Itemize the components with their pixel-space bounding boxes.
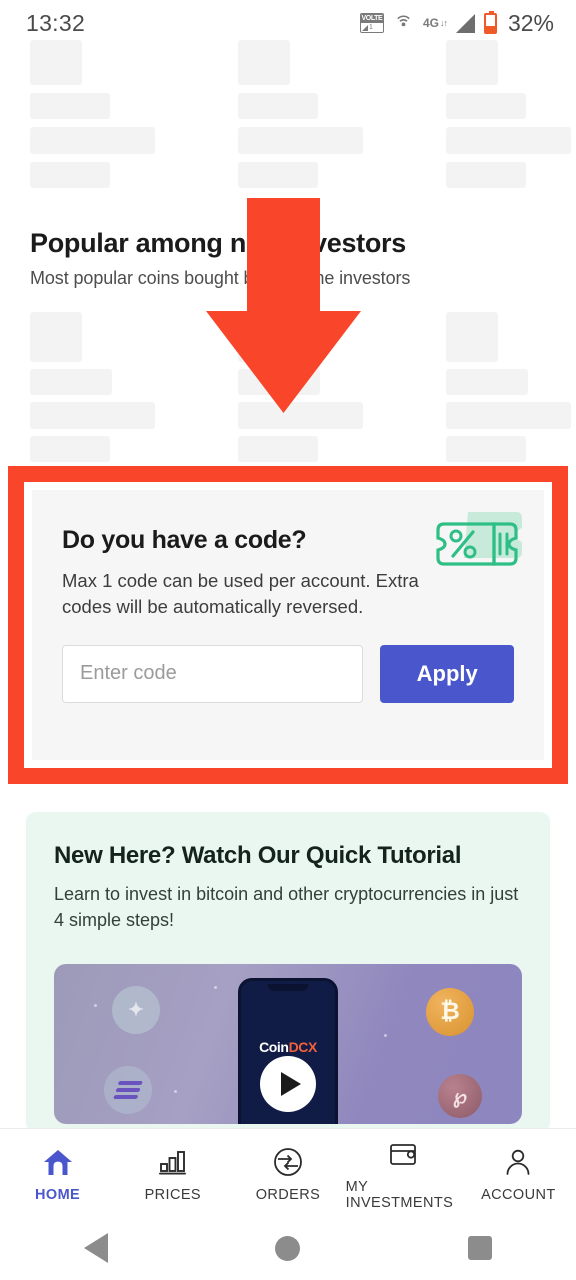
nav-label-account: ACCOUNT <box>481 1187 556 1203</box>
nav-label-my-investments: MY INVESTMENTS <box>345 1179 454 1211</box>
star-speck <box>174 1090 177 1093</box>
solana-coin <box>104 1066 152 1114</box>
nav-item-home[interactable]: HOME <box>0 1146 115 1203</box>
skeleton-line <box>446 369 528 395</box>
back-triangle-icon[interactable] <box>83 1233 108 1263</box>
nav-label-prices: PRICES <box>144 1187 201 1203</box>
recents-square-icon[interactable] <box>468 1236 493 1260</box>
volte-sim-number: 1 <box>368 24 373 31</box>
skeleton-line <box>30 436 110 462</box>
skeleton-line <box>30 369 112 395</box>
skeleton-thumb <box>238 40 290 85</box>
battery-icon <box>483 10 497 34</box>
promo-code-card: Do you have a code? Max 1 code can be us… <box>32 490 544 760</box>
bar-chart-icon <box>158 1146 188 1178</box>
cardano-coin: ✦ <box>112 986 160 1034</box>
person-icon <box>504 1146 532 1178</box>
polkadot-coin-glyph: ℘ <box>453 1085 467 1108</box>
home-icon <box>43 1146 73 1178</box>
skeleton-line <box>446 402 571 429</box>
promo-frame: Do you have a code? Max 1 code can be us… <box>24 482 552 768</box>
skeleton-line <box>446 127 571 154</box>
annotation-highlight-box: Do you have a code? Max 1 code can be us… <box>8 466 568 784</box>
coupon-percent-icon <box>436 508 522 574</box>
bitcoin-coin-glyph: ₿ <box>440 998 460 1025</box>
volte-icon-bars: 1 <box>361 23 383 32</box>
tutorial-card[interactable]: New Here? Watch Our Quick Tutorial Learn… <box>26 812 550 1132</box>
skeleton-line <box>30 162 110 188</box>
skeleton-thumb <box>446 312 498 362</box>
promo-description: Max 1 code can be used per account. Extr… <box>62 570 419 618</box>
skeleton-line <box>238 93 318 119</box>
tutorial-subtitle: Learn to invest in bitcoin and other cry… <box>54 884 519 930</box>
skeleton-thumb <box>30 312 82 362</box>
skeleton-line <box>30 127 155 154</box>
logo-text-first: Coin <box>259 1039 289 1055</box>
coindcx-logo: CoinDCX <box>259 1039 317 1055</box>
skeleton-thumb <box>30 40 82 85</box>
status-icon-group: VOLTE 1 4G ↓↑ 32% <box>359 9 554 37</box>
skeleton-line <box>30 93 110 119</box>
logo-text-second: DCX <box>288 1039 318 1055</box>
android-system-bar <box>0 1216 576 1280</box>
nav-label-orders: ORDERS <box>255 1187 321 1203</box>
skeleton-thumb <box>446 40 498 85</box>
skeleton-line <box>30 402 155 429</box>
star-speck <box>384 1034 387 1037</box>
bottom-navigation-bar: HOME PRICES ORDERS MY INVESTMENTS ACCOUN… <box>0 1128 576 1216</box>
skeleton-line <box>238 162 318 188</box>
wallet-icon <box>388 1138 418 1170</box>
nav-item-my-investments[interactable]: MY INVESTMENTS <box>346 1138 461 1211</box>
code-input[interactable] <box>62 644 364 703</box>
battery-percent-label: 32% <box>507 9 554 36</box>
skeleton-line <box>238 436 318 462</box>
nav-item-account[interactable]: ACCOUNT <box>461 1146 576 1203</box>
skeleton-line <box>446 436 526 462</box>
status-time: 13:32 <box>26 9 86 36</box>
phone-notch <box>268 984 308 991</box>
home-circle-icon[interactable] <box>275 1235 301 1261</box>
volte-icon: VOLTE 1 <box>359 13 384 33</box>
promo-input-row: Apply <box>62 644 514 703</box>
nav-item-prices[interactable]: PRICES <box>115 1146 230 1203</box>
network-arrows: ↓↑ <box>439 17 448 28</box>
skeleton-line <box>446 162 526 188</box>
hotspot-icon <box>393 13 414 34</box>
exchange-arrows-icon <box>272 1146 304 1178</box>
skeleton-line <box>238 127 363 154</box>
signal-icon <box>455 13 475 33</box>
solana-coin-glyph <box>113 1081 143 1099</box>
polkadot-coin: ℘ <box>438 1074 482 1118</box>
play-icon[interactable] <box>260 1056 316 1112</box>
nav-item-orders[interactable]: ORDERS <box>230 1146 345 1203</box>
app-screen: 13:32 VOLTE 1 4G ↓↑ 32% Popular among ne… <box>0 0 576 1280</box>
annotation-down-arrow-icon <box>206 198 361 413</box>
skeleton-line <box>446 93 526 119</box>
nav-label-home: HOME <box>35 1187 81 1203</box>
volte-icon-label: VOLTE <box>360 14 383 23</box>
cardano-coin-glyph: ✦ <box>128 999 144 1021</box>
apply-button[interactable]: Apply <box>380 644 514 703</box>
tutorial-title: New Here? Watch Our Quick Tutorial <box>54 842 462 869</box>
star-speck <box>214 986 217 989</box>
star-speck <box>94 1004 97 1007</box>
4g-icon: 4G ↓↑ <box>422 15 448 30</box>
tutorial-video-thumbnail[interactable]: ✦ ₿ ℘ CoinDCX <box>54 964 522 1124</box>
network-type-label: 4G <box>422 15 439 30</box>
bitcoin-coin: ₿ <box>426 988 474 1036</box>
